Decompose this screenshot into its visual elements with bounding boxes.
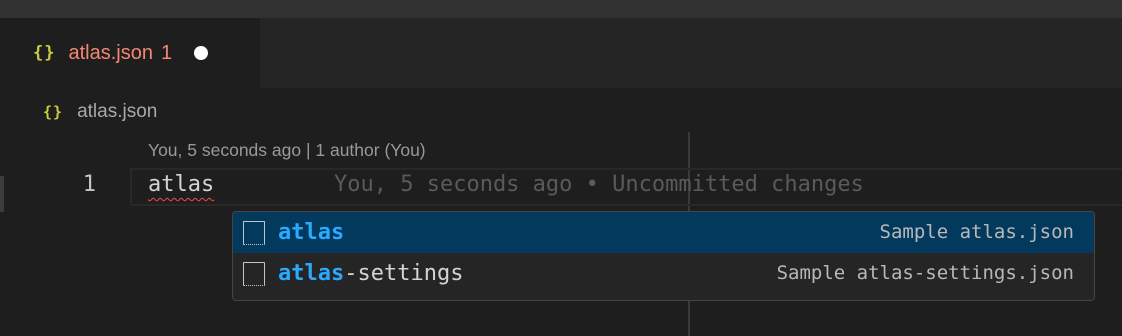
suggestion-match: atlas bbox=[278, 261, 345, 286]
tab-label: atlas.json bbox=[68, 41, 153, 64]
codelens-blame[interactable]: You, 5 seconds ago | 1 author (You) bbox=[148, 140, 426, 161]
suggestion-item[interactable]: atlas Sample atlas.json bbox=[233, 212, 1094, 253]
tab-atlas-json[interactable]: {} atlas.json 1 bbox=[0, 18, 260, 88]
suggestion-label: atlas-settings bbox=[278, 261, 463, 286]
snippet-icon bbox=[243, 261, 265, 286]
json-braces-icon: {} bbox=[33, 43, 56, 63]
suggestion-label: atlas bbox=[278, 220, 344, 245]
code-line-text[interactable]: atlas bbox=[148, 172, 214, 197]
inline-blame-annotation: You, 5 seconds ago • Uncommitted changes bbox=[334, 172, 864, 197]
suggestion-detail: Sample atlas-settings.json bbox=[776, 262, 1074, 284]
gutter-marker bbox=[0, 176, 4, 212]
breadcrumb[interactable]: {} atlas.json bbox=[43, 97, 157, 127]
line-number: 1 bbox=[82, 172, 96, 197]
suggestion-rest: -settings bbox=[344, 261, 464, 286]
suggest-widget[interactable]: atlas Sample atlas.json atlas-settings S… bbox=[232, 211, 1095, 301]
suggestion-detail: Sample atlas.json bbox=[879, 221, 1074, 243]
breadcrumb-item-file[interactable]: atlas.json bbox=[77, 101, 157, 123]
unsaved-dot-icon[interactable] bbox=[194, 46, 209, 60]
json-braces-icon: {} bbox=[43, 103, 64, 121]
problems-count-badge: 1 bbox=[160, 41, 173, 64]
suggestion-item[interactable]: atlas-settings Sample atlas-settings.jso… bbox=[233, 253, 1094, 294]
suggestion-match: atlas bbox=[278, 220, 345, 245]
title-bar bbox=[0, 0, 1122, 18]
tab-bar: {} atlas.json 1 bbox=[0, 18, 1122, 88]
snippet-icon bbox=[243, 220, 265, 245]
